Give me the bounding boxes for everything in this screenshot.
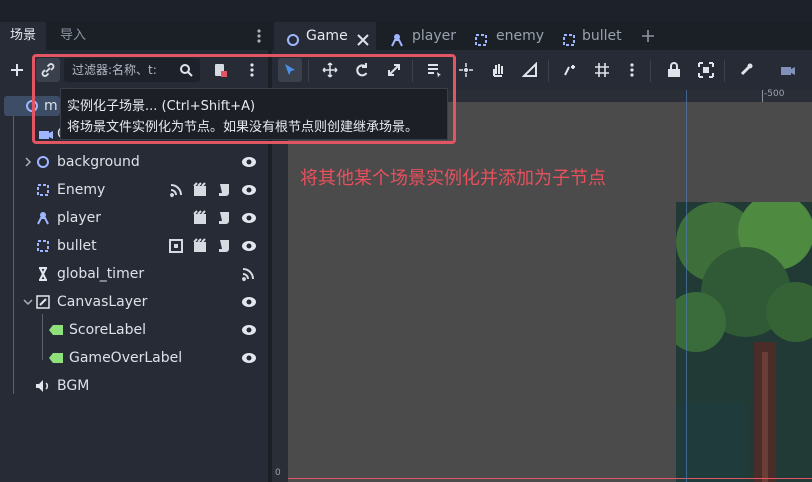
scene-dock-tabs: 场景 导入 [0,22,268,50]
tab-label: bullet [582,28,622,44]
tree-row-scorelabel[interactable]: ScoreLabel [0,316,268,344]
highlight-box [32,54,456,144]
tab-import[interactable]: 导入 [50,22,96,50]
tree-row-background[interactable]: background [0,148,268,176]
background-sprite [676,202,812,482]
circle-node-icon [35,154,51,170]
snap-options-icon[interactable] [620,58,644,82]
chevron-right-icon[interactable] [20,154,36,170]
visibility-eye-icon[interactable] [240,294,258,310]
tree-label: global_timer [57,266,145,282]
bones-icon[interactable] [734,58,758,82]
tree-label: bullet [57,238,97,254]
lock-icon[interactable] [662,58,686,82]
tab-scene[interactable]: 场景 [0,22,47,50]
visibility-eye-icon[interactable] [240,154,258,170]
script-icon[interactable] [216,182,232,198]
scene-tree: m Camera2D background Enemy player bulle… [0,90,268,482]
visibility-eye-icon[interactable] [240,322,258,338]
tree-row-bullet[interactable]: bullet [0,232,268,260]
tree-row-canvaslayer[interactable]: CanvasLayer [0,288,268,316]
scene-instance-icon[interactable] [192,210,208,226]
menu-bar [0,0,812,22]
left-ruler: 0 [272,102,288,482]
tree-label: background [57,154,140,170]
signal-icon[interactable] [240,266,258,282]
visibility-eye-icon[interactable] [240,182,258,198]
tree-label: Enemy [57,182,106,198]
dock-menu-icon[interactable] [256,28,262,44]
scene-tabs: Game player enemy bullet [272,22,812,50]
annotation-text: 将其他某个场景实例化并添加为子节点 [300,168,606,189]
tree-row-enemy[interactable]: Enemy [0,176,268,204]
tree-label: ScoreLabel [69,322,146,338]
add-tab-icon[interactable] [640,28,656,48]
pan-hand-icon[interactable] [486,58,510,82]
camera-override-icon[interactable] [776,58,800,82]
group-icon[interactable] [694,58,718,82]
pivot-icon[interactable] [454,58,478,82]
tree-label: BGM [57,378,90,394]
visibility-eye-icon[interactable] [240,210,258,226]
visibility-eye-icon[interactable] [240,350,258,366]
tree-label: CanvasLayer [57,294,148,310]
tab-label: Game [306,28,348,44]
notifier-icon[interactable] [168,238,184,254]
smart-snap-icon[interactable] [558,58,582,82]
ruler-icon[interactable] [518,58,542,82]
tree-row-global-timer[interactable]: global_timer [0,260,268,288]
script-icon[interactable] [216,238,232,254]
area-node-icon [35,182,51,198]
tree-row-bgm[interactable]: BGM [0,372,268,400]
tree-row-player[interactable]: player [0,204,268,232]
canvas-layer-icon [35,294,51,310]
add-node-button[interactable] [5,58,29,82]
visibility-eye-icon[interactable] [240,238,258,254]
speaker-icon [35,378,51,394]
area-node-icon [35,238,51,254]
ruler-label: -500 [764,89,785,99]
scene-instance-icon[interactable] [192,238,208,254]
script-icon[interactable] [216,210,232,226]
signal-icon[interactable] [168,182,184,198]
viewport-guide [686,90,687,482]
tree-label: GameOverLabel [69,350,183,366]
label-icon [48,350,64,366]
ruler-label: 0 [275,468,281,478]
tab-label: player [412,28,457,44]
player-node-icon [35,210,51,226]
tree-row-gameoverlabel[interactable]: GameOverLabel [0,344,268,372]
label-icon [48,322,64,338]
tree-label: player [57,210,102,226]
canvas-x-axis [288,478,812,479]
scene-instance-icon[interactable] [192,182,208,198]
timer-icon [35,266,51,282]
tab-game[interactable]: Game [274,22,376,50]
chevron-down-icon[interactable] [20,294,36,310]
grid-snap-icon[interactable] [590,58,614,82]
tab-label: enemy [496,28,545,44]
